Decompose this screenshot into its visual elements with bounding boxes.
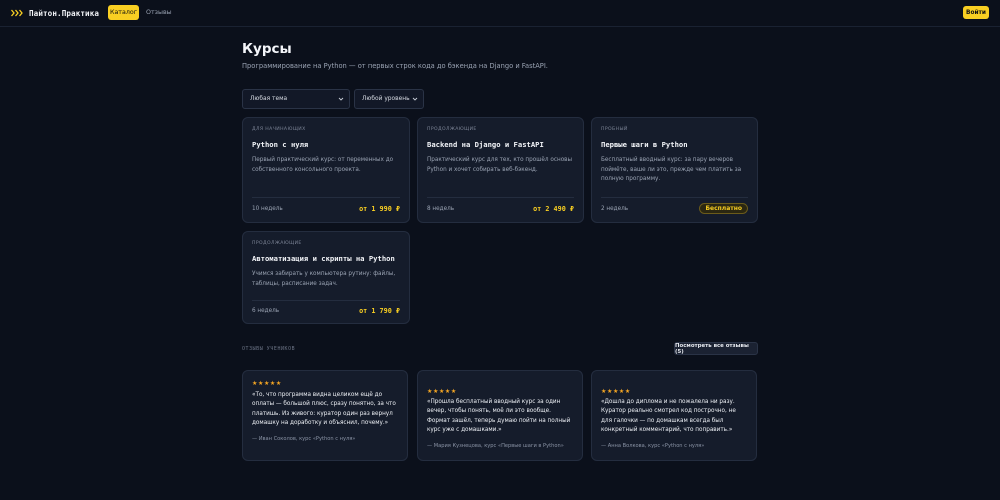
course-title: Первые шаги в Python	[601, 140, 688, 149]
course-title: Автоматизация и скрипты на Python	[252, 254, 395, 263]
review-text: «Прошла бесплатный вводный курс за один …	[427, 399, 571, 434]
card-divider	[252, 197, 400, 198]
course-level-tag: продолжающие	[252, 241, 302, 246]
star-rating-icon: ★★★★★	[427, 388, 457, 395]
review-card: ★★★★★ «Дошла до диплома и не пожалела ни…	[591, 370, 757, 461]
login-button[interactable]: Войти	[963, 6, 989, 19]
card-divider	[427, 197, 574, 198]
course-card-backend[interactable]: продолжающие Backend на Django и FastAPI…	[417, 117, 584, 223]
reviews-section-label: отзывы учеников	[242, 346, 296, 352]
card-divider	[601, 197, 748, 198]
view-all-reviews-button[interactable]: Посмотреть все отзывы (5)	[674, 342, 758, 355]
chevron-down-icon	[412, 97, 418, 101]
top-navbar: Пайтон.Практика Каталог Отзывы Войти	[0, 0, 1000, 27]
logo-chevrons-icon	[11, 9, 23, 17]
chevron-down-icon	[338, 97, 344, 101]
course-duration: 6 недель	[252, 308, 280, 314]
logo-text: Пайтон.Практика	[29, 8, 100, 18]
course-card-first-steps[interactable]: пробный Первые шаги в Python Бесплатный …	[591, 117, 758, 223]
course-level-tag: пробный	[601, 127, 628, 132]
card-divider	[252, 300, 400, 301]
star-rating-icon: ★★★★★	[252, 380, 282, 387]
review-card: ★★★★★ «Прошла бесплатный вводный курс за…	[417, 370, 583, 461]
topic-select[interactable]: Любая тема	[242, 89, 350, 109]
course-price: от 2 490 ₽	[533, 205, 574, 213]
course-level-tag: для начинающих	[252, 127, 306, 132]
course-card-python-basics[interactable]: для начинающих Python с нуля Первый прак…	[242, 117, 410, 223]
course-description: Первый практический курс: от переменных …	[252, 157, 394, 173]
star-rating-icon: ★★★★★	[601, 388, 631, 395]
review-author: — Мария Кузнецова, курс «Первые шаги в P…	[427, 443, 564, 449]
review-author: — Иван Соколов, курс «Python с нуля»	[252, 436, 356, 442]
nav-catalog-link[interactable]: Каталог	[108, 5, 139, 20]
course-duration: 8 недель	[427, 206, 455, 212]
topic-select-value: Любая тема	[250, 96, 288, 102]
course-price: от 1 990 ₽	[359, 205, 400, 213]
course-card-automation[interactable]: продолжающие Автоматизация и скрипты на …	[242, 231, 410, 324]
course-description: Бесплатный вводный курс: за пару вечеров…	[601, 157, 742, 183]
nav-reviews-link[interactable]: Отзывы	[146, 5, 172, 20]
review-card: ★★★★★ «То, что программа видна целиком е…	[242, 370, 408, 461]
course-price: от 1 790 ₽	[359, 307, 400, 315]
course-description: Учимся забирать у компьютера рутину: фай…	[252, 271, 396, 287]
level-select[interactable]: Любой уровень	[354, 89, 424, 109]
course-title: Python с нуля	[252, 140, 309, 149]
review-text: «То, что программа видна целиком ещё до …	[252, 392, 396, 427]
review-text: «Дошла до диплома и не пожалела ни разу.…	[601, 399, 736, 434]
logo[interactable]: Пайтон.Практика	[11, 7, 99, 19]
level-select-value: Любой уровень	[362, 96, 410, 102]
free-badge: Бесплатно	[699, 203, 748, 214]
course-level-tag: продолжающие	[427, 127, 477, 132]
review-author: — Анна Волкова, курс «Python с нуля»	[601, 443, 705, 449]
course-duration: 2 недель	[601, 206, 629, 212]
page-subtitle: Программирование на Python — от первых с…	[242, 62, 548, 70]
page-title: Курсы	[242, 41, 292, 57]
course-title: Backend на Django и FastAPI	[427, 140, 544, 149]
course-duration: 10 недель	[252, 206, 283, 212]
course-description: Практический курс для тех, кто прошёл ос…	[427, 157, 573, 173]
